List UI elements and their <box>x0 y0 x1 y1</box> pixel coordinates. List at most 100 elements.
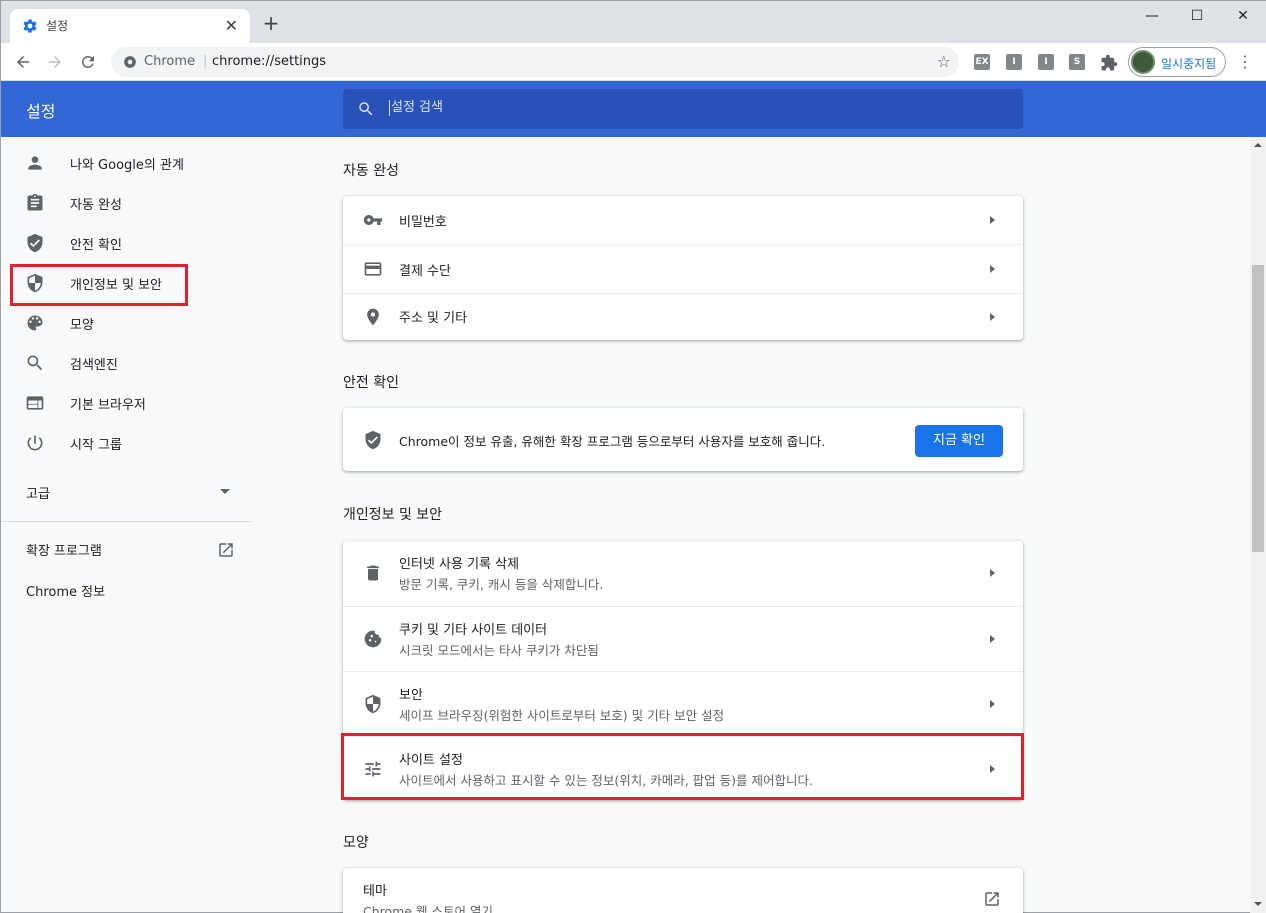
extension-i-icon[interactable]: I <box>1006 54 1022 70</box>
row-label: 테마 <box>363 884 387 899</box>
sidebar-item-google[interactable]: 나와 Google의 관계 <box>1 143 253 183</box>
section-title-appearance: 모양 <box>343 835 369 851</box>
avatar <box>1131 50 1155 74</box>
autofill-row-payment[interactable]: 결제 수단 <box>343 244 1023 293</box>
tab-settings[interactable]: 설정 ✕ <box>10 9 250 43</box>
autofill-row-passwords[interactable]: 비밀번호 <box>343 196 1023 244</box>
row-sublabel: 세이프 브라우징(위험한 사이트로부터 보호) 및 기타 보안 설정 <box>399 708 725 723</box>
row-label: 보안 <box>399 688 423 703</box>
sidebar-item-label: 모양 <box>70 318 94 333</box>
section-title-autofill: 자동 완성 <box>343 163 399 179</box>
sidebar-item-label: 검색엔진 <box>70 358 118 373</box>
sidebar-item-label: 기본 브라우저 <box>70 398 146 413</box>
scrollbar[interactable] <box>1250 137 1266 913</box>
minimize-button[interactable]: — <box>1130 1 1174 33</box>
credit-card-icon <box>364 262 382 276</box>
sidebar-item-label: 시작 그룹 <box>70 438 122 453</box>
profile-button[interactable]: 일시중지됨 <box>1128 47 1226 77</box>
back-button[interactable] <box>12 51 34 73</box>
check-now-button[interactable]: 지금 확인 <box>915 425 1003 457</box>
autofill-row-addresses[interactable]: 주소 및 기타 <box>343 293 1023 340</box>
appearance-row-theme[interactable]: 테마 Chrome 웹 스토어 열기 <box>343 868 1023 913</box>
maximize-button[interactable]: ☐ <box>1175 1 1219 33</box>
chevron-right-icon <box>990 313 995 321</box>
tab-title: 설정 <box>46 19 69 33</box>
sidebar-advanced[interactable]: 고급 <box>26 483 50 502</box>
highlight-box-site-settings <box>341 733 1024 800</box>
safety-description: Chrome이 정보 유출, 유해한 확장 프로그램 등으로부터 사용자를 보호… <box>399 434 826 449</box>
reload-icon <box>81 55 94 68</box>
settings-search-box[interactable]: 설정 검색 <box>343 89 1023 129</box>
person-icon <box>28 156 42 170</box>
external-link-icon[interactable] <box>217 541 235 559</box>
address-bar[interactable]: Chrome | chrome://settings ☆ <box>111 47 959 77</box>
trash-icon <box>367 565 379 581</box>
row-sublabel: Chrome 웹 스토어 열기 <box>363 904 493 913</box>
shield-check-icon <box>365 430 381 450</box>
forward-arrow-icon <box>49 56 61 68</box>
scroll-up-icon[interactable] <box>1254 143 1262 147</box>
chevron-right-icon <box>990 216 995 224</box>
sidebar-about-chrome[interactable]: Chrome 정보 <box>26 581 105 600</box>
sidebar-item-label: 나와 Google의 관계 <box>70 158 184 173</box>
settings-header: 설정 설정 검색 <box>1 81 1266 137</box>
shield-check-icon <box>27 233 43 253</box>
row-label: 결제 수단 <box>399 264 451 279</box>
extension-ex-icon[interactable]: EX <box>974 54 990 70</box>
sidebar-item-startup[interactable]: 시작 그룹 <box>1 423 253 463</box>
sidebar-item-label: 자동 완성 <box>70 198 122 213</box>
chevron-right-icon <box>990 635 995 643</box>
row-sublabel: 시크릿 모드에서는 타사 쿠키가 차단됨 <box>399 643 599 658</box>
autofill-card: 비밀번호 결제 수단 주소 및 기타 <box>343 196 1023 340</box>
chevron-right-icon <box>990 265 995 273</box>
external-link-icon[interactable] <box>983 890 1001 908</box>
sidebar-item-autofill[interactable]: 자동 완성 <box>1 183 253 223</box>
menu-kebab-icon[interactable]: ⋮ <box>1237 52 1253 72</box>
sidebar-item-label: 안전 확인 <box>70 238 122 253</box>
forward-button[interactable] <box>44 51 66 73</box>
browser-icon <box>26 396 44 410</box>
gear-icon <box>23 19 37 33</box>
sidebar-item-default-browser[interactable]: 기본 브라우저 <box>1 383 253 423</box>
url-separator: | <box>203 54 208 69</box>
chevron-right-icon <box>990 569 995 577</box>
sidebar-item-safety[interactable]: 안전 확인 <box>1 223 253 263</box>
palette-icon <box>27 315 43 331</box>
reload-button[interactable] <box>77 51 99 73</box>
sidebar-item-appearance[interactable]: 모양 <box>1 303 253 343</box>
privacy-row-security[interactable]: 보안 세이프 브라우징(위험한 사이트로부터 보호) 및 기타 보안 설정 <box>343 671 1023 736</box>
extension-s-icon[interactable]: S <box>1069 54 1085 70</box>
puzzle-icon[interactable] <box>1100 54 1118 72</box>
sidebar-extensions-link[interactable]: 확장 프로그램 <box>26 540 102 559</box>
location-pin-icon <box>367 308 379 326</box>
sidebar-item-search-engine[interactable]: 검색엔진 <box>1 343 253 383</box>
row-label: 주소 및 기타 <box>399 311 468 326</box>
scrollbar-thumb[interactable] <box>1252 265 1264 552</box>
privacy-row-cookies[interactable]: 쿠키 및 기타 사이트 데이터 시크릿 모드에서는 타사 쿠키가 차단됨 <box>343 606 1023 671</box>
clipboard-icon <box>27 193 43 211</box>
key-icon <box>363 215 383 225</box>
section-title-safety: 안전 확인 <box>343 375 399 391</box>
row-label: 쿠키 및 기타 사이트 데이터 <box>399 623 548 638</box>
power-icon <box>27 435 43 451</box>
chrome-logo-icon <box>124 56 136 68</box>
url-text[interactable]: chrome://settings <box>212 54 326 69</box>
search-icon <box>27 355 43 371</box>
appearance-card: 테마 Chrome 웹 스토어 열기 <box>343 868 1023 913</box>
back-arrow-icon <box>17 56 29 68</box>
new-tab-button[interactable]: + <box>261 13 281 33</box>
extension-i2-icon[interactable]: I <box>1038 54 1054 70</box>
close-window-button[interactable]: ✕ <box>1221 1 1265 33</box>
section-title-privacy: 개인정보 및 보안 <box>343 507 443 523</box>
browser-toolbar: Chrome | chrome://settings ☆ EX I I S 일시… <box>1 43 1266 81</box>
chevron-down-icon[interactable] <box>220 489 230 494</box>
sidebar-divider <box>1 521 251 522</box>
tab-close-icon[interactable]: ✕ <box>225 16 238 35</box>
bookmark-star-icon[interactable]: ☆ <box>937 52 951 71</box>
search-input[interactable]: 설정 검색 <box>389 100 443 116</box>
privacy-row-clear-browsing[interactable]: 인터넷 사용 기록 삭제 방문 기록, 쿠키, 캐시 등을 삭제합니다. <box>343 541 1023 606</box>
row-label: 인터넷 사용 기록 삭제 <box>399 557 520 572</box>
scroll-down-icon[interactable] <box>1254 902 1262 906</box>
safety-card: Chrome이 정보 유출, 유해한 확장 프로그램 등으로부터 사용자를 보호… <box>343 408 1023 471</box>
row-label: 비밀번호 <box>399 215 447 230</box>
